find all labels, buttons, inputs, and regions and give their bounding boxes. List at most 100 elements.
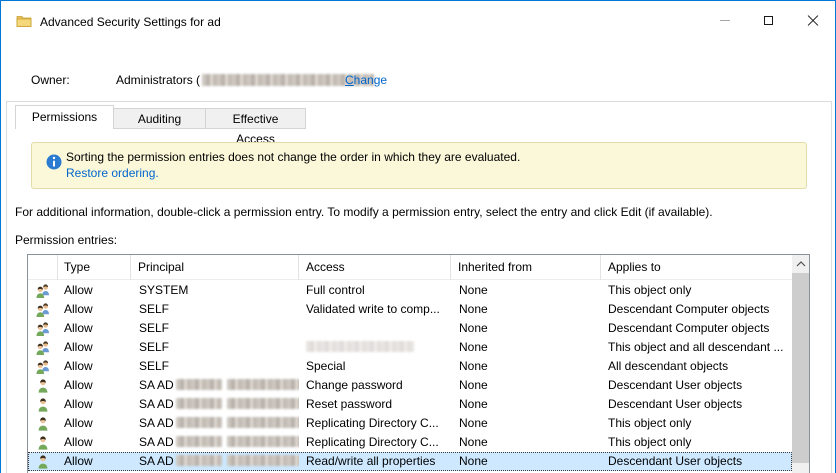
cell-access — [299, 319, 451, 338]
cell-principal: SA AD — [131, 414, 299, 433]
table-row[interactable]: Allow SYSTEM Full control None This obje… — [28, 281, 792, 300]
advanced-security-settings-dialog: Advanced Security Settings for ad Owner:… — [0, 0, 836, 473]
cell-principal: SELF — [131, 357, 299, 376]
redacted-text — [227, 379, 299, 390]
cell-principal: SA AD — [131, 433, 299, 452]
cell-principal: SELF — [131, 338, 299, 357]
tab-effective-access[interactable]: Effective Access — [206, 108, 306, 129]
page-panel-border-top — [6, 101, 831, 102]
table-row[interactable]: Allow SELF Validated write to comp... No… — [28, 300, 792, 319]
column-header-principal[interactable]: Principal — [131, 255, 299, 280]
tab-auditing[interactable]: Auditing — [114, 108, 206, 129]
permission-entries-label: Permission entries: — [15, 233, 117, 247]
group-icon — [35, 340, 51, 356]
cell-inherited-from: None — [451, 414, 601, 433]
vertical-scrollbar[interactable] — [792, 255, 809, 473]
table-row[interactable]: Allow SA AD Replicating Directory C... N… — [28, 414, 792, 433]
redacted-text — [176, 398, 222, 409]
cell-access: Change password — [299, 376, 451, 395]
tab-permissions[interactable]: Permissions — [15, 105, 114, 129]
owner-label: Owner: — [31, 73, 70, 87]
group-icon — [35, 359, 51, 375]
cell-type: Allow — [58, 414, 131, 433]
column-header-icon[interactable] — [28, 255, 58, 280]
table-row-selected[interactable]: Allow SA AD Read/write all properties No… — [28, 452, 792, 471]
redacted-text — [227, 398, 299, 409]
user-icon — [35, 397, 51, 413]
column-header-access[interactable]: Access — [299, 255, 451, 280]
cell-inherited-from: None — [451, 300, 601, 319]
table-header: Type Principal Access Inherited from App… — [28, 255, 792, 280]
table-row[interactable]: Allow SELF None Descendant Computer obje… — [28, 319, 792, 338]
minimize-icon — [720, 20, 730, 21]
redacted-text — [306, 341, 414, 352]
cell-inherited-from: None — [451, 319, 601, 338]
scroll-up-button[interactable] — [792, 255, 809, 272]
table-row[interactable]: Allow SELF None This object and all desc… — [28, 338, 792, 357]
column-header-type[interactable]: Type — [58, 255, 131, 280]
cell-principal: SELF — [131, 300, 299, 319]
cell-type: Allow — [58, 452, 131, 471]
cell-access: Validated write to comp... — [299, 300, 451, 319]
redacted-text — [176, 436, 222, 447]
restore-ordering-link[interactable]: Restore ordering. — [66, 166, 159, 180]
cell-applies-to: Descendant User objects — [601, 452, 792, 471]
scrollbar-thumb[interactable] — [792, 273, 809, 463]
cell-applies-to: This object only — [601, 433, 792, 452]
cell-inherited-from: None — [451, 452, 601, 471]
tab-strip: Permissions Auditing Effective Access — [15, 105, 306, 129]
instructions-text: For additional information, double-click… — [15, 205, 713, 219]
sorting-info-banner: Sorting the permission entries does not … — [31, 142, 807, 189]
cell-type: Allow — [58, 338, 131, 357]
cell-inherited-from: None — [451, 281, 601, 300]
maximize-button[interactable] — [746, 1, 791, 40]
close-button[interactable] — [790, 1, 835, 40]
group-icon — [35, 283, 51, 299]
cell-access: Reset password — [299, 395, 451, 414]
cell-applies-to: Descendant User objects — [601, 395, 792, 414]
cell-type: Allow — [58, 319, 131, 338]
cell-access — [299, 338, 451, 357]
cell-inherited-from: None — [451, 433, 601, 452]
cell-principal: SA AD — [131, 395, 299, 414]
change-owner-link[interactable]: Change — [345, 73, 387, 87]
redacted-text — [227, 455, 299, 466]
cell-applies-to: This object only — [601, 414, 792, 433]
cell-applies-to: Descendant Computer objects — [601, 319, 792, 338]
cell-applies-to: All descendant objects — [601, 357, 792, 376]
page-panel-border-left — [6, 101, 7, 473]
cell-type: Allow — [58, 281, 131, 300]
cell-type: Allow — [58, 433, 131, 452]
column-header-inherited-from[interactable]: Inherited from — [451, 255, 601, 280]
cell-applies-to: This object only — [601, 281, 792, 300]
permission-entries-table: Type Principal Access Inherited from App… — [27, 254, 810, 473]
cell-applies-to: This object and all descendant ... — [601, 338, 792, 357]
user-icon — [35, 378, 51, 394]
close-icon — [807, 15, 819, 27]
minimize-button[interactable] — [702, 1, 747, 40]
title-bar[interactable]: Advanced Security Settings for ad — [1, 1, 835, 41]
page-panel-border-right — [831, 101, 832, 473]
chevron-up-icon — [796, 261, 806, 267]
cell-type: Allow — [58, 376, 131, 395]
window-folder-icon — [16, 13, 32, 29]
redacted-text — [227, 417, 299, 428]
cell-applies-to: Descendant Computer objects — [601, 300, 792, 319]
cell-principal: SA AD — [131, 452, 299, 471]
table-row[interactable]: Allow SA AD Reset password None Descenda… — [28, 395, 792, 414]
column-header-applies-to[interactable]: Applies to — [601, 255, 792, 280]
cell-access: Read/write all properties — [299, 452, 451, 471]
table-body: Allow SYSTEM Full control None This obje… — [28, 281, 792, 473]
table-row[interactable]: Allow SELF Special None All descendant o… — [28, 357, 792, 376]
user-icon — [35, 454, 51, 470]
cell-principal: SYSTEM — [131, 281, 299, 300]
cell-inherited-from: None — [451, 357, 601, 376]
table-row[interactable]: Allow SA AD Replicating Directory C... N… — [28, 433, 792, 452]
redacted-text — [176, 379, 222, 390]
info-icon — [46, 154, 62, 170]
cell-inherited-from: None — [451, 395, 601, 414]
cell-access: Replicating Directory C... — [299, 433, 451, 452]
cell-access: Replicating Directory C... — [299, 414, 451, 433]
table-row[interactable]: Allow SA AD Change password None Descend… — [28, 376, 792, 395]
cell-inherited-from: None — [451, 338, 601, 357]
